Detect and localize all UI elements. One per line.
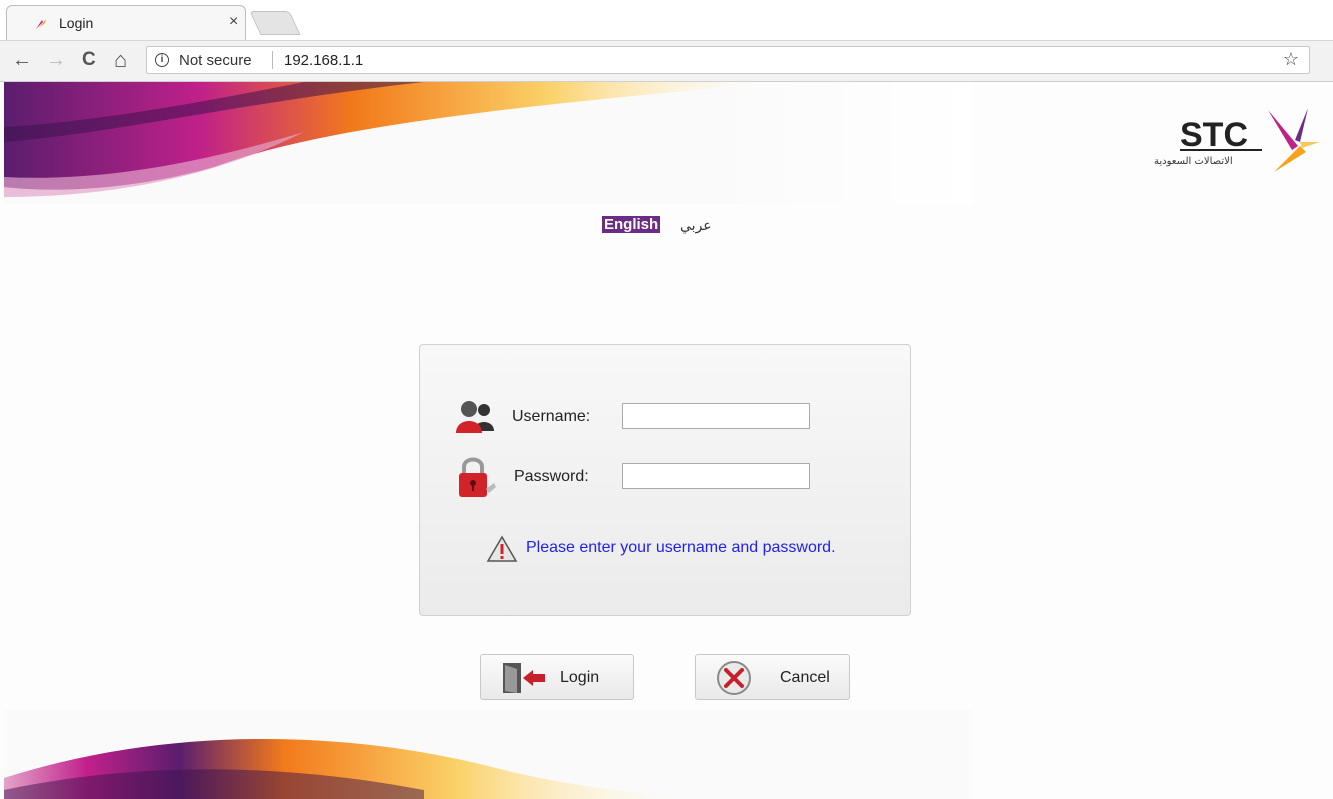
warning-icon [486, 535, 518, 562]
logo-subtext: الاتصالات السعودية [1154, 156, 1233, 167]
new-tab-button[interactable] [249, 11, 301, 35]
stc-logo: STC الاتصالات السعودية [1154, 108, 1320, 172]
forward-icon[interactable]: → [46, 50, 66, 70]
security-label[interactable]: Not secure [179, 52, 252, 69]
back-icon[interactable]: ← [12, 50, 32, 70]
url-text[interactable]: 192.168.1.1 [284, 52, 363, 69]
logo-text: STC [1180, 116, 1248, 154]
top-banner [4, 82, 972, 204]
tab-login[interactable]: Login × [6, 5, 246, 40]
cancel-x-icon [717, 661, 751, 695]
cancel-button-label: Cancel [780, 669, 830, 686]
lock-icon [459, 457, 496, 497]
language-english-link[interactable]: English [602, 216, 661, 233]
username-label: Username: [512, 408, 591, 425]
info-icon[interactable]: i [155, 53, 169, 67]
stc-favicon-icon [36, 19, 46, 29]
login-panel: Username: Password: Please enter your us… [419, 344, 911, 616]
tab-title: Login [59, 15, 94, 31]
star-icon[interactable]: ☆ [1283, 49, 1299, 70]
home-icon[interactable]: ⌂ [114, 49, 127, 71]
language-arabic-link[interactable]: عربي [680, 217, 712, 234]
reload-icon[interactable]: C [82, 50, 96, 70]
tab-strip: Login × [0, 0, 1333, 41]
password-label: Password: [514, 468, 589, 485]
username-input[interactable] [622, 403, 810, 429]
password-input[interactable] [622, 463, 810, 489]
tab-close-icon[interactable]: × [229, 13, 238, 31]
user-icon [456, 401, 494, 433]
router-login-page: STC الاتصالات السعودية English عربي User… [0, 82, 1333, 799]
login-door-icon [503, 663, 545, 693]
browser-toolbar: ← → C ⌂ i Not secure 192.168.1.1 ☆ [0, 41, 1333, 82]
bottom-banner [4, 710, 972, 799]
address-separator [272, 51, 273, 69]
cancel-button[interactable]: Cancel [695, 654, 850, 700]
address-bar[interactable]: i Not secure 192.168.1.1 ☆ [146, 46, 1310, 74]
login-button[interactable]: Login [480, 654, 634, 700]
login-button-label: Login [560, 669, 600, 686]
login-message: Please enter your username and password. [526, 539, 836, 556]
